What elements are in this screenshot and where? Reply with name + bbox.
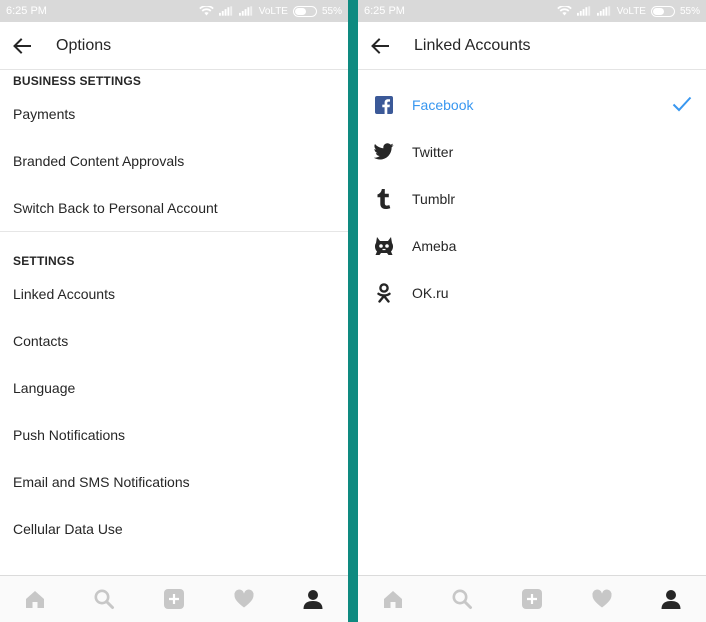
network-label: VoLTE [616, 5, 646, 17]
battery-level: 55% [679, 5, 700, 17]
wifi-icon [556, 6, 572, 16]
nav-activity[interactable] [582, 579, 622, 619]
status-bar: 6:25 PM VoLTE 55% [0, 0, 348, 22]
nav-home[interactable] [15, 579, 55, 619]
twitter-icon [374, 142, 394, 162]
option-linked-accounts[interactable]: Linked Accounts [0, 270, 348, 317]
account-twitter[interactable]: Twitter [358, 128, 706, 175]
status-time: 6:25 PM [364, 5, 405, 17]
home-icon [25, 591, 44, 608]
app-header: Options [0, 22, 348, 70]
profile-icon [303, 590, 323, 609]
network-label: VoLTE [258, 5, 288, 17]
signal-icon [218, 6, 232, 16]
option-branded-content-approvals[interactable]: Branded Content Approvals [0, 137, 348, 184]
okru-icon [374, 282, 394, 303]
add-post-icon [521, 589, 542, 609]
nav-add-post[interactable] [154, 579, 194, 619]
account-label: OK.ru [412, 284, 449, 301]
search-icon [94, 589, 115, 609]
nav-search[interactable] [84, 579, 124, 619]
signal-icon [238, 6, 252, 16]
profile-icon [661, 590, 681, 609]
search-icon [452, 589, 473, 609]
nav-search[interactable] [442, 579, 482, 619]
option-payments[interactable]: Payments [0, 90, 348, 137]
option-push-notifications[interactable]: Push Notifications [0, 411, 348, 458]
option-language[interactable]: Language [0, 364, 348, 411]
account-label: Facebook [412, 96, 474, 113]
options-list: BUSINESS SETTINGS Payments Branded Conte… [0, 71, 348, 575]
app-header: Linked Accounts [358, 22, 706, 70]
account-okru[interactable]: OK.ru [358, 269, 706, 316]
tumblr-icon [374, 188, 394, 209]
option-switch-to-personal[interactable]: Switch Back to Personal Account [0, 184, 348, 231]
wifi-icon [198, 6, 214, 16]
screen-divider [348, 0, 358, 622]
options-screen: 6:25 PM VoLTE 55% Options BUSINESS SETTI… [0, 0, 348, 622]
battery-icon [292, 5, 317, 17]
facebook-icon [374, 95, 394, 115]
account-label: Tumblr [412, 190, 456, 207]
section-divider [0, 231, 348, 251]
section-header-settings: SETTINGS [13, 253, 75, 268]
add-post-icon [163, 589, 184, 609]
checkmark-icon [672, 96, 692, 112]
status-bar: 6:25 PM VoLTE 55% [358, 0, 706, 22]
ameba-icon [374, 236, 394, 256]
bottom-nav [0, 575, 348, 622]
home-icon [383, 591, 402, 608]
account-ameba[interactable]: Ameba [358, 222, 706, 269]
nav-profile[interactable] [651, 579, 691, 619]
nav-home[interactable] [373, 579, 413, 619]
account-label: Twitter [412, 143, 454, 160]
bottom-nav [358, 575, 706, 622]
back-arrow-icon[interactable] [370, 36, 390, 56]
battery-level: 55% [321, 5, 342, 17]
account-tumblr[interactable]: Tumblr [358, 175, 706, 222]
back-arrow-icon[interactable] [12, 36, 32, 56]
section-header-business: BUSINESS SETTINGS [13, 73, 142, 88]
heart-icon [592, 589, 612, 608]
heart-icon [234, 589, 254, 608]
nav-activity[interactable] [224, 579, 264, 619]
nav-profile[interactable] [293, 579, 333, 619]
signal-icon [596, 6, 610, 16]
status-time: 6:25 PM [6, 5, 47, 17]
account-facebook[interactable]: Facebook [358, 81, 706, 128]
option-cellular-data-use[interactable]: Cellular Data Use [0, 505, 348, 552]
account-label: Ameba [412, 237, 457, 254]
page-title: Linked Accounts [414, 36, 531, 54]
linked-accounts-list: Facebook Twitter Tumblr Ameba OK.ru [358, 71, 706, 575]
signal-icon [576, 6, 590, 16]
option-email-sms-notifications[interactable]: Email and SMS Notifications [0, 458, 348, 505]
linked-accounts-screen: 6:25 PM VoLTE 55% Linked Accounts Facebo… [358, 0, 706, 622]
nav-add-post[interactable] [512, 579, 552, 619]
page-title: Options [56, 36, 112, 54]
option-contacts[interactable]: Contacts [0, 317, 348, 364]
battery-icon [650, 5, 675, 17]
